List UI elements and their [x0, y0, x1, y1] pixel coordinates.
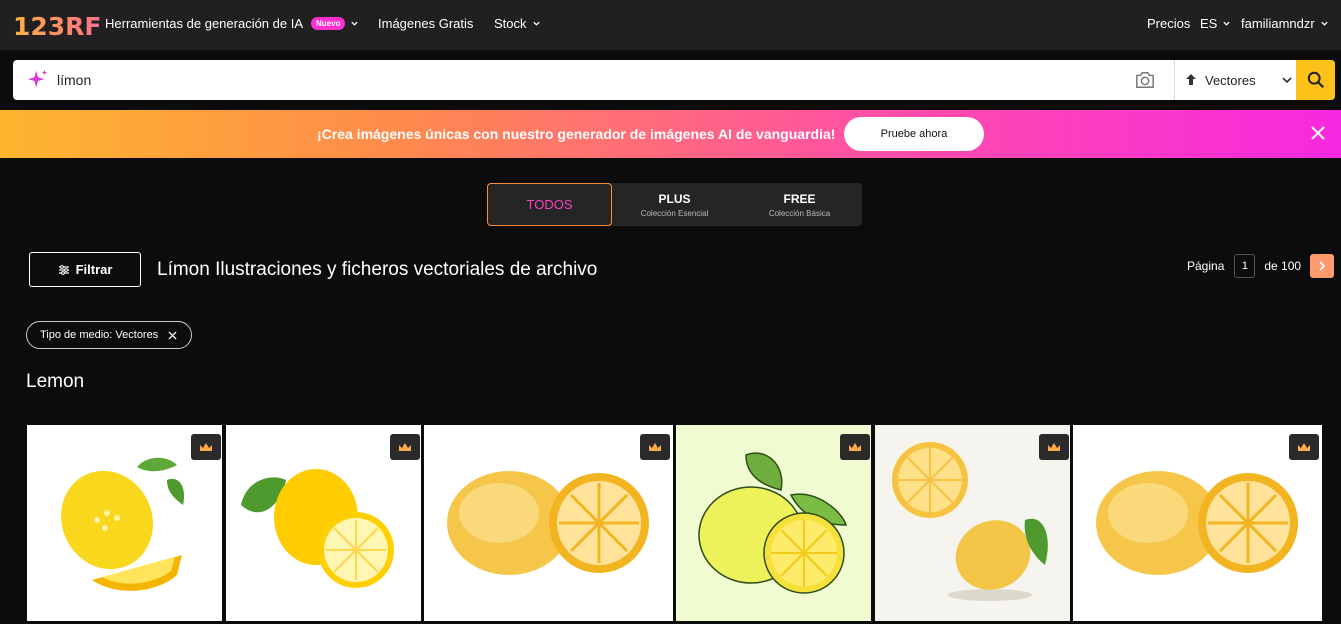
user-name: familiamndzr [1241, 16, 1315, 31]
user-menu[interactable]: familiamndzr [1241, 16, 1329, 31]
language-label: ES [1200, 16, 1218, 31]
chevron-right-icon [1319, 260, 1326, 271]
section-title: Lemon [26, 371, 85, 392]
promo-banner: ¡Crea imágenes únicas con nuestro genera… [0, 110, 1341, 158]
page-title: Límon Ilustraciones y ficheros vectorial… [157, 259, 598, 280]
nav-pricing[interactable]: Precios [1147, 16, 1190, 31]
close-icon[interactable] [168, 330, 177, 340]
image-card[interactable] [875, 425, 1070, 621]
crown-icon [1298, 443, 1310, 451]
chevron-down-icon [1321, 21, 1328, 26]
close-icon[interactable] [1310, 125, 1326, 141]
new-badge: Nuevo [311, 17, 346, 30]
nav-stock[interactable]: Stock [494, 16, 541, 31]
filter-label: Filtrar [75, 262, 113, 277]
tab-plus[interactable]: PLUS Colección Esencial [612, 183, 737, 226]
page-number-input[interactable]: 1 [1234, 253, 1256, 278]
filter-button[interactable]: Filtrar [29, 252, 141, 287]
premium-badge [1289, 434, 1319, 460]
premium-badge [390, 434, 420, 460]
nav-ai-tools-label: Herramientas de generación de IA [105, 16, 304, 31]
chevron-down-icon [1282, 77, 1292, 84]
media-type-select[interactable]: Vectores [1183, 60, 1295, 100]
crown-icon [649, 443, 661, 451]
nav-ai-tools[interactable]: Herramientas de generación de IA Nuevo [105, 16, 359, 31]
premium-badge [840, 434, 870, 460]
image-card[interactable] [424, 425, 673, 621]
nav-stock-label: Stock [494, 16, 527, 31]
top-navbar: 123RF Herramientas de generación de IA N… [0, 0, 1341, 50]
lemon-illustration [447, 471, 649, 575]
next-page-button[interactable] [1310, 253, 1335, 278]
crown-icon [849, 443, 861, 451]
crown-icon [200, 443, 212, 451]
page-label: Página [1187, 258, 1225, 273]
camera-icon[interactable] [1134, 70, 1156, 90]
premium-badge [1039, 434, 1069, 460]
search-button[interactable] [1296, 60, 1335, 100]
logo[interactable]: 123RF [13, 12, 102, 41]
crown-icon [399, 443, 411, 451]
image-card[interactable] [1073, 425, 1322, 621]
active-filter-chip[interactable]: Tipo de medio: Vectores [26, 321, 192, 349]
search-divider [1174, 60, 1175, 100]
upload-icon [1186, 74, 1196, 85]
active-filter-label: Tipo de medio: Vectores [40, 329, 159, 341]
collection-tabs: TODOS PLUS Colección Esencial FREE Colec… [487, 183, 862, 226]
premium-badge [191, 434, 221, 460]
pagination: Página 1 de 100 [1187, 253, 1335, 278]
nav-free-images[interactable]: Imágenes Gratis [378, 16, 473, 31]
image-card[interactable] [27, 425, 222, 621]
page-total: de 100 [1264, 258, 1302, 273]
crown-icon [1048, 443, 1060, 451]
lemon-illustration [1096, 471, 1298, 575]
tab-free-subtitle: Colección Básica [768, 208, 831, 218]
tab-plus-label: PLUS [658, 191, 691, 206]
tab-plus-subtitle: Colección Esencial [640, 208, 709, 218]
sparkle-icon [27, 69, 48, 88]
try-now-button[interactable]: Pruebe ahora [844, 117, 984, 151]
promo-text: ¡Crea imágenes únicas con nuestro genera… [317, 126, 836, 142]
nav-free-images-label: Imágenes Gratis [378, 16, 474, 31]
tab-free[interactable]: FREE Colección Básica [737, 183, 862, 226]
nav-pricing-label: Precios [1147, 16, 1191, 31]
search-icon [1307, 71, 1324, 88]
filter-icon [58, 264, 69, 275]
media-type-label: Vectores [1205, 72, 1256, 88]
chevron-down-icon [532, 21, 540, 26]
image-card[interactable] [226, 425, 421, 621]
tab-todos[interactable]: TODOS [487, 183, 612, 226]
search-input[interactable] [57, 60, 1117, 100]
premium-badge [640, 434, 670, 460]
chevron-down-icon [1223, 21, 1230, 26]
language-selector[interactable]: ES [1200, 16, 1231, 31]
image-card[interactable] [676, 425, 871, 621]
tab-free-label: FREE [783, 191, 816, 206]
chevron-down-icon [351, 21, 359, 26]
search-bar: Vectores [13, 60, 1335, 100]
tab-todos-label: TODOS [526, 197, 573, 212]
